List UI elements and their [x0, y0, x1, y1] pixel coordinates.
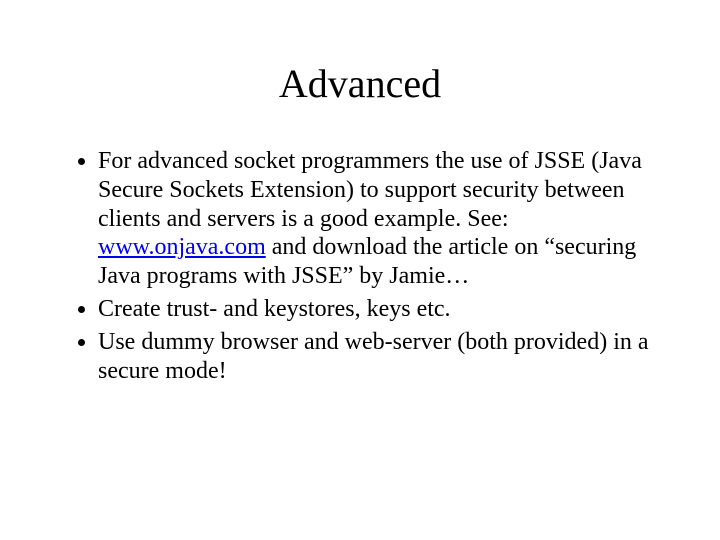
bullet-list: For advanced socket programmers the use … [70, 147, 650, 385]
bullet-text: Create trust- and keystores, keys etc. [98, 296, 451, 322]
bullet-text: Use dummy browser and web-server (both p… [98, 329, 649, 384]
slide: Advanced For advanced socket programmers… [0, 0, 720, 540]
slide-title: Advanced [70, 60, 650, 107]
list-item: Create trust- and keystores, keys etc. [98, 295, 650, 324]
link-onjava[interactable]: www.onjava.com [98, 234, 266, 260]
list-item: For advanced socket programmers the use … [98, 147, 650, 291]
list-item: Use dummy browser and web-server (both p… [98, 328, 650, 386]
bullet-text-pre: For advanced socket programmers the use … [98, 148, 642, 232]
